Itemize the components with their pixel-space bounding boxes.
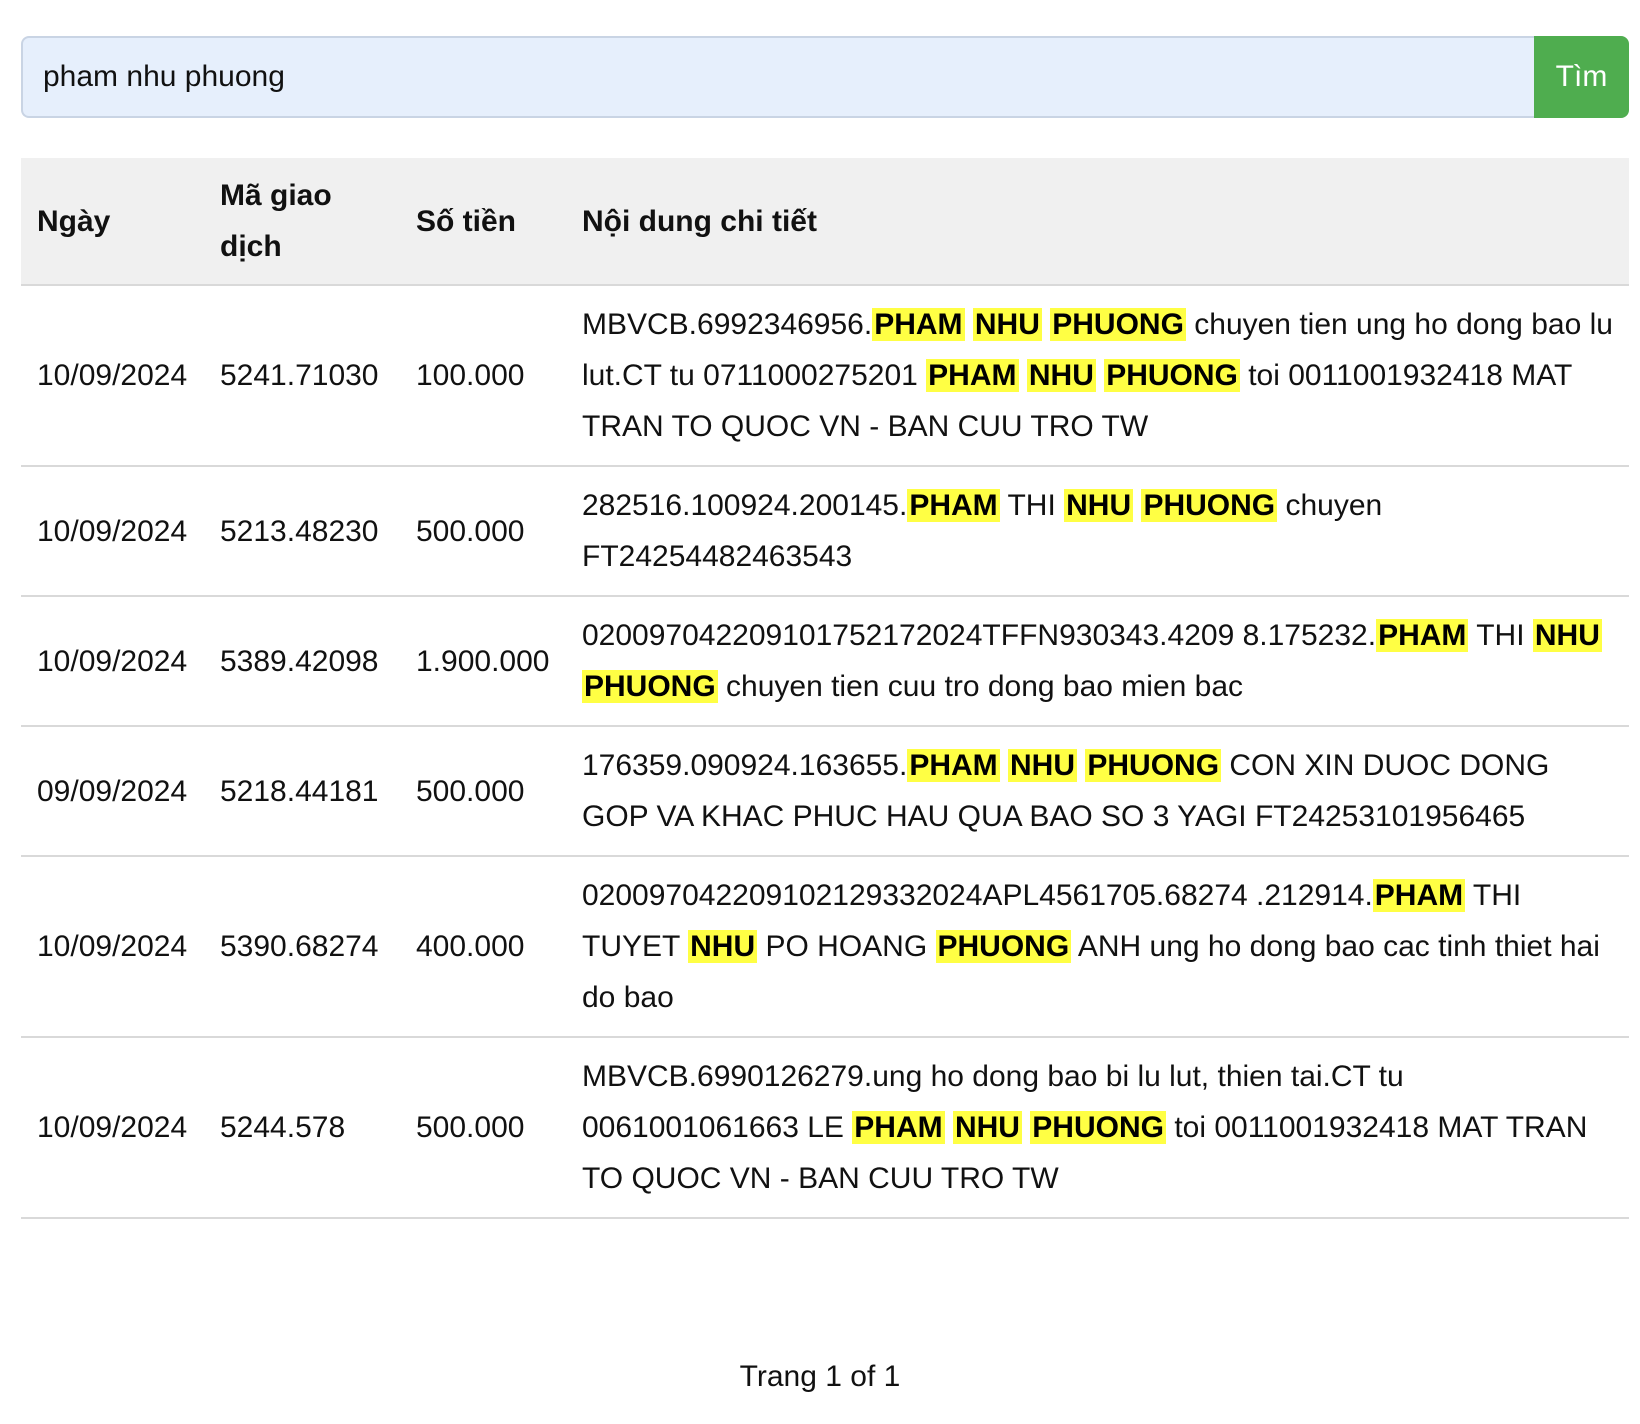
cell-amount: 400.000 <box>400 856 566 1038</box>
detail-text <box>1096 359 1104 392</box>
cell-amount: 1.900.000 <box>400 596 566 727</box>
search-bar: Tìm <box>21 36 1629 118</box>
cell-detail: 020097042209102129332024APL4561705.68274… <box>566 856 1629 1038</box>
detail-text: 176359.090924.163655. <box>582 749 908 782</box>
detail-text: chuyen tien cuu tro dong bao mien bac <box>717 670 1244 703</box>
highlighted-match: PHUONG <box>582 670 718 703</box>
detail-text: PO HOANG <box>757 930 936 963</box>
highlighted-match: PHAM <box>872 308 965 341</box>
highlighted-match: PHUONG <box>1050 308 1186 341</box>
cell-amount: 500.000 <box>400 466 566 597</box>
table-body: 10/09/2024 5241.71030 100.000 MBVCB.6992346… <box>21 285 1629 1219</box>
cell-detail: 282516.100924.200145.PHAM THI NHU PHUONG… <box>566 466 1629 597</box>
cell-date: 10/09/2024 <box>21 856 204 1038</box>
header-transaction-code: Mã giao dịch <box>204 158 400 286</box>
highlighted-match: NHU <box>1026 359 1096 392</box>
cell-transaction-code: 5244.578 <box>204 1037 400 1219</box>
table-header-row: Ngày Mã giao dịch Số tiền Nội dung chi t… <box>21 158 1629 286</box>
cell-amount: 100.000 <box>400 285 566 467</box>
detail-text <box>1000 749 1008 782</box>
highlighted-match: PHAM <box>926 359 1019 392</box>
transactions-table: Ngày Mã giao dịch Số tiền Nội dung chi t… <box>21 158 1629 1219</box>
cell-amount: 500.000 <box>400 726 566 857</box>
cell-detail: 020097042209101752172024TFFN930343.4209 … <box>566 596 1629 727</box>
highlighted-match: NHU <box>972 308 1042 341</box>
pagination-label: Trang 1 of 1 <box>739 1360 901 1393</box>
cell-transaction-code: 5390.68274 <box>204 856 400 1038</box>
cell-amount: 500.000 <box>400 1037 566 1219</box>
highlighted-match: NHU <box>688 930 758 963</box>
highlighted-match: PHUONG <box>935 930 1072 963</box>
table-row: 10/09/2024 5390.68274 400.000 0200970422091… <box>21 856 1629 1038</box>
cell-detail: MBVCB.6992346956.PHAM NHU PHUONG chuyen … <box>566 285 1629 467</box>
header-detail: Nội dung chi tiết <box>566 158 1629 286</box>
cell-transaction-code: 5218.44181 <box>204 726 400 857</box>
highlighted-match: PHAM <box>907 489 1000 522</box>
table-row: 09/09/2024 5218.44181 500.000 176359.090924… <box>21 726 1629 857</box>
highlighted-match: PHUONG <box>1141 489 1278 522</box>
highlighted-match: PHUONG <box>1030 1111 1166 1144</box>
cell-date: 10/09/2024 <box>21 596 204 727</box>
cell-date: 09/09/2024 <box>21 726 204 857</box>
cell-transaction-code: 5241.71030 <box>204 285 400 467</box>
highlighted-match: NHU <box>1532 619 1602 652</box>
detail-text: THI <box>999 489 1065 522</box>
cell-detail: MBVCB.6990126279.ung ho dong bao bi lu l… <box>566 1037 1629 1219</box>
highlighted-match: PHAM <box>852 1111 945 1144</box>
detail-text <box>945 1111 953 1144</box>
detail-text: 020097042209101752172024TFFN930343.4209 … <box>582 619 1377 652</box>
cell-transaction-code: 5213.48230 <box>204 466 400 597</box>
table-row: 10/09/2024 5213.48230 500.000 282516.100924… <box>21 466 1629 597</box>
search-input[interactable] <box>21 36 1534 118</box>
highlighted-match: NHU <box>952 1111 1022 1144</box>
highlighted-match: PHUONG <box>1085 749 1222 782</box>
cell-date: 10/09/2024 <box>21 285 204 467</box>
search-button[interactable]: Tìm <box>1534 36 1629 118</box>
cell-date: 10/09/2024 <box>21 466 204 597</box>
detail-text: MBVCB.6992346956. <box>582 308 873 341</box>
highlighted-match: PHAM <box>1372 879 1466 912</box>
highlighted-match: PHAM <box>907 749 1000 782</box>
header-date: Ngày <box>21 158 204 286</box>
detail-text <box>1042 308 1050 341</box>
table-row: 10/09/2024 5241.71030 100.000 MBVCB.6992346… <box>21 285 1629 467</box>
header-amount: Số tiền <box>400 158 566 286</box>
detail-text <box>965 308 973 341</box>
table-row: 10/09/2024 5244.578 500.000 MBVCB.699012627… <box>21 1037 1629 1219</box>
highlighted-match: PHUONG <box>1104 359 1240 392</box>
highlighted-match: NHU <box>1064 489 1134 522</box>
cell-transaction-code: 5389.42098 <box>204 596 400 727</box>
highlighted-match: NHU <box>1008 749 1078 782</box>
cell-date: 10/09/2024 <box>21 1037 204 1219</box>
table-row: 10/09/2024 5389.42098 1.900.000 02009704220… <box>21 596 1629 727</box>
detail-text <box>1019 359 1027 392</box>
detail-text: 020097042209102129332024APL4561705.68274… <box>582 879 1373 912</box>
highlighted-match: PHAM <box>1376 619 1469 652</box>
cell-detail: 176359.090924.163655.PHAM NHU PHUONG CON… <box>566 726 1629 857</box>
detail-text: THI <box>1468 619 1533 652</box>
detail-text: 282516.100924.200145. <box>582 489 908 522</box>
